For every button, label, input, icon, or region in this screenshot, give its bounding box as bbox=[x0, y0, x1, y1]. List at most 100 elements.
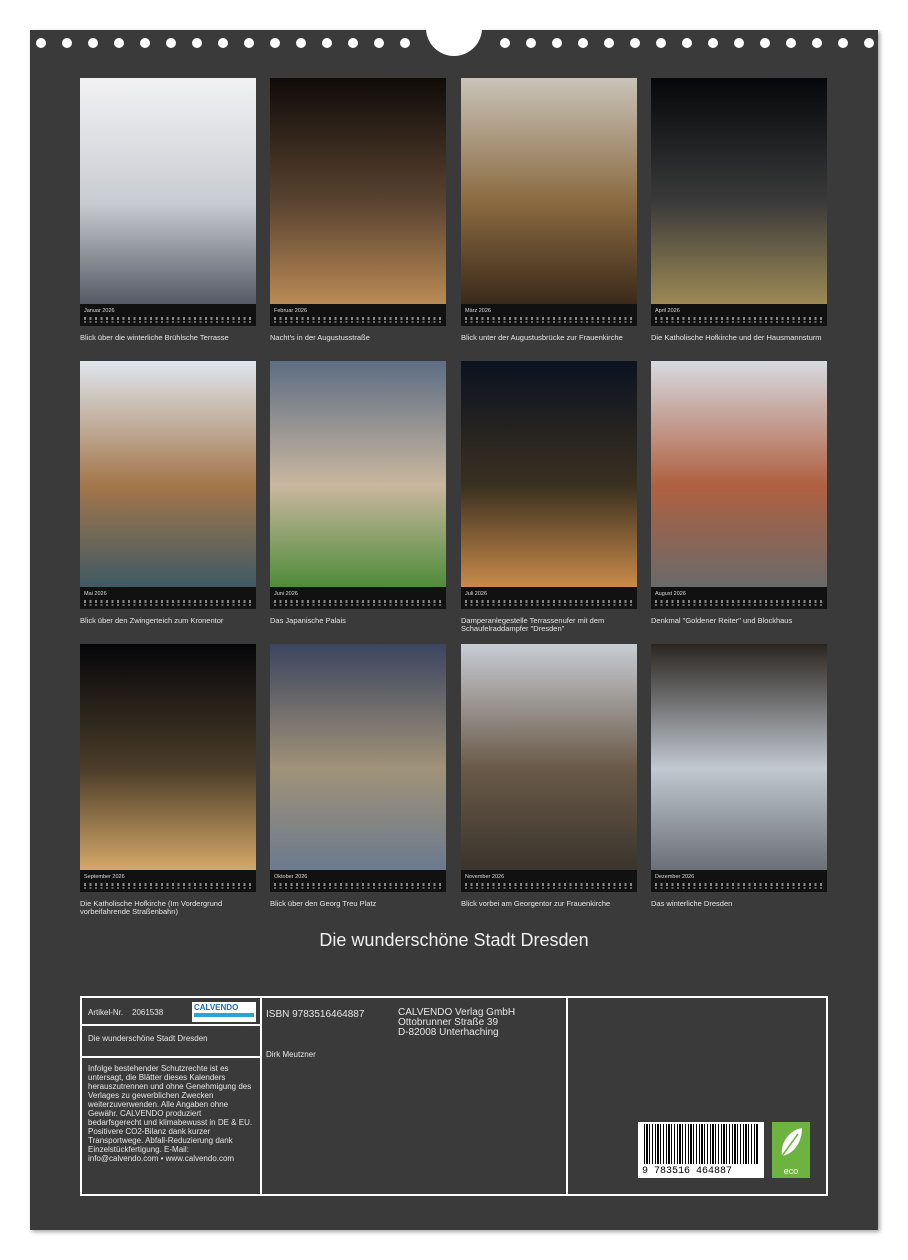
month-label: Juni 2026 bbox=[274, 591, 298, 597]
month-calendar-strip: Juni 2026 bbox=[270, 587, 446, 609]
binding-hole bbox=[296, 38, 306, 48]
month-caption: Die Katholische Hofkirche (Im Vordergrun… bbox=[80, 899, 223, 916]
binding-hole bbox=[838, 38, 848, 48]
eco-badge: eco bbox=[772, 1122, 810, 1178]
day-row bbox=[465, 604, 633, 606]
day-row bbox=[84, 887, 252, 889]
month-tile: Juli 2026 Damperanlegestelle Terrassenufe… bbox=[461, 361, 637, 633]
month-label: Dezember 2026 bbox=[655, 874, 695, 880]
month-calendar-strip: März 2026 bbox=[461, 304, 637, 326]
barcode: 9 783516 464887 bbox=[638, 1122, 764, 1178]
binding-hole bbox=[62, 38, 72, 48]
day-row bbox=[655, 883, 823, 886]
binding-hole bbox=[552, 38, 562, 48]
binding-hole bbox=[322, 38, 332, 48]
binding-hole bbox=[114, 38, 124, 48]
day-row bbox=[274, 604, 442, 606]
month-tile: Januar 2026 Blick über die winterliche Br… bbox=[80, 78, 256, 342]
divider bbox=[566, 998, 568, 1194]
binding-hole bbox=[88, 38, 98, 48]
binding-hole bbox=[864, 38, 874, 48]
month-calendar-strip: August 2026 bbox=[651, 587, 827, 609]
binding-hole bbox=[682, 38, 692, 48]
divider bbox=[82, 1024, 262, 1026]
month-caption: Blick über den Georg Treu Platz bbox=[270, 899, 377, 908]
binding-hole bbox=[166, 38, 176, 48]
binding-hole bbox=[760, 38, 770, 48]
binding-hole bbox=[526, 38, 536, 48]
month-tile: Oktober 2026 Blick über den Georg Treu Pl… bbox=[270, 644, 446, 908]
day-row bbox=[274, 887, 442, 889]
month-label: November 2026 bbox=[465, 874, 505, 880]
month-caption: Blick über die winterliche Brühlsche Ter… bbox=[80, 333, 229, 342]
month-photo bbox=[651, 78, 827, 304]
day-row bbox=[465, 883, 633, 886]
binding-hole bbox=[36, 38, 46, 48]
month-label: April 2026 bbox=[655, 308, 680, 314]
binding-hole bbox=[578, 38, 588, 48]
month-calendar-strip: Dezember 2026 bbox=[651, 870, 827, 892]
month-calendar-strip: April 2026 bbox=[651, 304, 827, 326]
month-photo bbox=[461, 78, 637, 304]
leaf-icon bbox=[781, 1128, 802, 1157]
month-label: Oktober 2026 bbox=[274, 874, 308, 880]
barcode-number: 9 783516 464887 bbox=[642, 1166, 733, 1177]
day-row bbox=[465, 887, 633, 889]
binding-hole bbox=[812, 38, 822, 48]
info-box: Artikel-Nr. 2061538 CALVENDO Die wunders… bbox=[80, 996, 828, 1196]
publisher-line: D-82008 Unterhaching bbox=[398, 1027, 499, 1038]
month-tile: Mai 2026 Blick über den Zwingerteich zum … bbox=[80, 361, 256, 625]
day-row bbox=[655, 321, 823, 323]
binding-hole bbox=[192, 38, 202, 48]
binding-hole bbox=[630, 38, 640, 48]
month-label: März 2026 bbox=[465, 308, 491, 314]
binding-hole bbox=[270, 38, 280, 48]
binding-hole bbox=[734, 38, 744, 48]
calendar-title: Die wunderschöne Stadt Dresden bbox=[319, 930, 589, 950]
binding-hole bbox=[348, 38, 358, 48]
day-row bbox=[84, 600, 252, 603]
month-calendar-strip: Mai 2026 bbox=[80, 587, 256, 609]
day-row bbox=[84, 317, 252, 320]
month-photo bbox=[651, 644, 827, 870]
month-photo bbox=[270, 78, 446, 304]
month-calendar-strip: Januar 2026 bbox=[80, 304, 256, 326]
day-row bbox=[655, 317, 823, 320]
month-photo bbox=[461, 644, 637, 870]
author: Dirk Meutzner bbox=[266, 1050, 316, 1059]
month-photo bbox=[80, 361, 256, 587]
binding-hole bbox=[656, 38, 666, 48]
month-label: Januar 2026 bbox=[84, 308, 115, 314]
article-label: Artikel-Nr. bbox=[88, 1008, 124, 1017]
month-label: September 2026 bbox=[84, 874, 125, 880]
month-caption: Blick unter der Augustusbrücke zur Fraue… bbox=[461, 333, 623, 342]
day-row bbox=[465, 317, 633, 320]
month-caption: Die Katholische Hofkirche und der Hausma… bbox=[651, 333, 822, 342]
day-row bbox=[84, 321, 252, 323]
month-caption: Blick über den Zwingerteich zum Kronento… bbox=[80, 616, 224, 625]
info-calendar-title: Die wunderschöne Stadt Dresden bbox=[88, 1034, 208, 1043]
binding-hole bbox=[140, 38, 150, 48]
divider bbox=[82, 1056, 262, 1058]
day-row bbox=[465, 600, 633, 603]
month-photo bbox=[270, 644, 446, 870]
month-tile: September 2026 Die Katholische Hofkirche … bbox=[80, 644, 256, 916]
month-calendar-strip: September 2026 bbox=[80, 870, 256, 892]
day-row bbox=[274, 883, 442, 886]
article-number: 2061538 bbox=[132, 1008, 164, 1017]
binding-hole bbox=[244, 38, 254, 48]
month-caption: Das winterliche Dresden bbox=[651, 899, 733, 908]
month-photo bbox=[651, 361, 827, 587]
day-row bbox=[465, 321, 633, 323]
day-row bbox=[274, 321, 442, 323]
legal-text: Infolge bestehender Schutzrechte ist es … bbox=[88, 1064, 253, 1163]
month-calendar-strip: November 2026 bbox=[461, 870, 637, 892]
month-photo bbox=[80, 644, 256, 870]
month-caption: Das Japanische Palais bbox=[270, 616, 346, 625]
month-calendar-strip: Februar 2026 bbox=[270, 304, 446, 326]
binding-hole bbox=[786, 38, 796, 48]
isbn: ISBN 9783516464887 bbox=[266, 1009, 365, 1020]
month-tile: April 2026 Die Katholische Hofkirche und … bbox=[651, 78, 827, 342]
binding-hole bbox=[400, 38, 410, 48]
day-row bbox=[655, 604, 823, 606]
